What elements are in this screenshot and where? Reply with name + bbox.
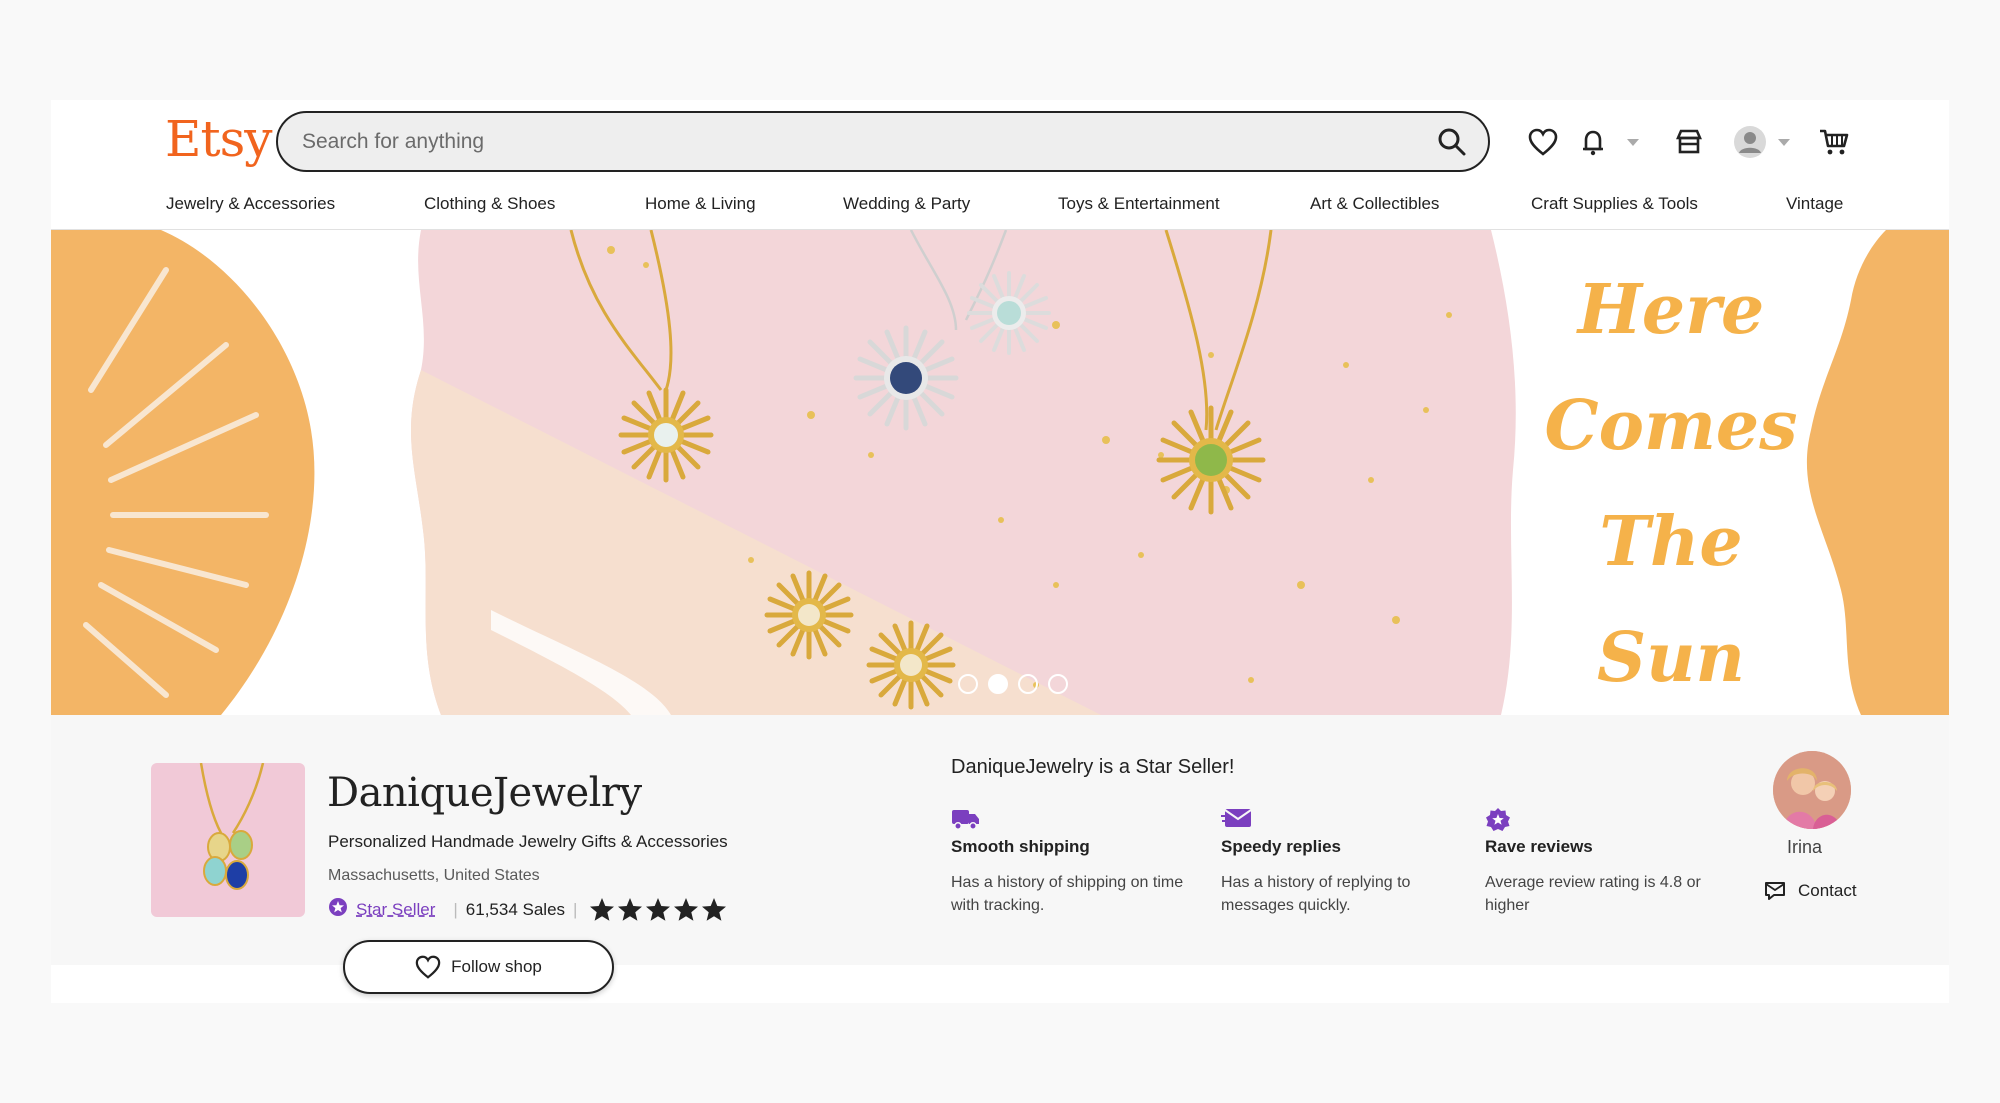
etsy-shop-page: Etsy Jewelry & Accessories Clothing & Sh…: [51, 100, 1949, 1003]
carousel-dot-3[interactable]: [1018, 674, 1038, 694]
star-icon: [702, 898, 727, 921]
star-icon: [646, 898, 671, 921]
shop-location: Massachusetts, United States: [328, 867, 540, 884]
truck-icon: [951, 807, 1191, 833]
follow-shop-button[interactable]: Follow shop: [343, 940, 614, 994]
banner-tagline-line: The: [1599, 502, 1743, 582]
favorites-heart-icon[interactable]: [1523, 122, 1563, 162]
shop-info-section: DaniqueJewelry Personalized Handmade Jew…: [51, 715, 1949, 994]
owner-photo: [1773, 751, 1851, 829]
star-seller-link[interactable]: Star Seller: [356, 900, 435, 920]
shop-sales-count: 61,534 Sales: [465, 899, 566, 919]
feature-smooth-shipping: Smooth shipping Has a history of shippin…: [951, 807, 1191, 917]
nav-jewelry-accessories[interactable]: Jewelry & Accessories: [166, 194, 335, 214]
nav-clothing-shoes[interactable]: Clothing & Shoes: [424, 194, 555, 214]
shop-manager-store-icon[interactable]: [1669, 122, 1709, 162]
meta-divider: |: [453, 899, 458, 919]
nav-home-living[interactable]: Home & Living: [645, 194, 756, 214]
carousel-dots: [958, 674, 1068, 694]
shop-banner: Here Comes The Sun: [51, 230, 1949, 715]
nav-toys-entertainment[interactable]: Toys & Entertainment: [1058, 194, 1220, 214]
contact-label: Contact: [1798, 881, 1857, 900]
feature-description: Average review rating is 4.8 or higher: [1485, 874, 1701, 914]
banner-tagline: Here Comes The Sun: [1521, 252, 1821, 715]
banner-tagline-line: Comes: [1544, 386, 1798, 466]
nav-art-collectibles[interactable]: Art & Collectibles: [1310, 194, 1439, 214]
shop-rating-stars[interactable]: [589, 897, 727, 922]
feature-speedy-replies: Speedy replies Has a history of replying…: [1221, 807, 1461, 917]
owner-name: Irina: [1787, 837, 1823, 857]
feature-title: Speedy replies: [1221, 837, 1342, 856]
carousel-dot-2[interactable]: [988, 674, 1008, 694]
shop-name: DaniqueJewelry: [327, 770, 642, 816]
star-icon: [674, 898, 699, 921]
nav-craft-supplies-tools[interactable]: Craft Supplies & Tools: [1531, 194, 1698, 214]
shop-meta-row: Star Seller | 61,534 Sales |: [328, 897, 727, 922]
account-avatar-icon[interactable]: [1730, 122, 1770, 162]
star-seller-title: DaniqueJewelry is a Star Seller!: [951, 756, 1235, 778]
category-nav: Jewelry & Accessories Clothing & Shoes H…: [51, 188, 1949, 230]
carousel-dot-1[interactable]: [958, 674, 978, 694]
notifications-bell-icon[interactable]: [1573, 122, 1613, 162]
feature-title: Smooth shipping: [951, 837, 1090, 856]
feature-rave-reviews: Rave reviews Average review rating is 4.…: [1485, 807, 1725, 917]
cart-icon[interactable]: [1814, 122, 1854, 162]
shop-tagline: Personalized Handmade Jewelry Gifts & Ac…: [328, 832, 728, 851]
search-icon[interactable]: [1436, 126, 1468, 158]
nav-wedding-party[interactable]: Wedding & Party: [843, 194, 970, 214]
star-badge-icon: [1485, 807, 1725, 833]
account-chevron-down-icon[interactable]: [1778, 139, 1790, 146]
follow-shop-label: Follow shop: [451, 957, 542, 976]
banner-tagline-line: Sun: [1597, 618, 1745, 698]
banner-tagline-line: Here: [1577, 270, 1765, 350]
feature-description: Has a history of shipping on time with t…: [951, 874, 1184, 914]
feature-description: Has a history of replying to messages qu…: [1221, 874, 1411, 914]
star-icon: [590, 898, 615, 921]
necklace-image: [199, 763, 265, 890]
star-seller-badge-icon: [328, 897, 348, 922]
carousel-dot-4[interactable]: [1048, 674, 1068, 694]
star-icon: [618, 898, 643, 921]
shop-logo-image[interactable]: [151, 763, 305, 917]
nav-vintage[interactable]: Vintage: [1786, 194, 1843, 214]
meta-divider: |: [573, 899, 578, 919]
owner-avatar[interactable]: [1773, 751, 1851, 829]
message-icon: [1765, 882, 1785, 900]
message-icon: [1221, 807, 1461, 833]
contact-owner-button[interactable]: Contact: [1764, 881, 1857, 901]
search-input[interactable]: [302, 129, 1402, 154]
feature-title: Rave reviews: [1485, 837, 1593, 856]
search-bar[interactable]: [276, 111, 1490, 172]
heart-icon: [415, 955, 441, 979]
etsy-logo[interactable]: Etsy: [165, 110, 272, 168]
notifications-chevron-down-icon[interactable]: [1627, 139, 1639, 146]
